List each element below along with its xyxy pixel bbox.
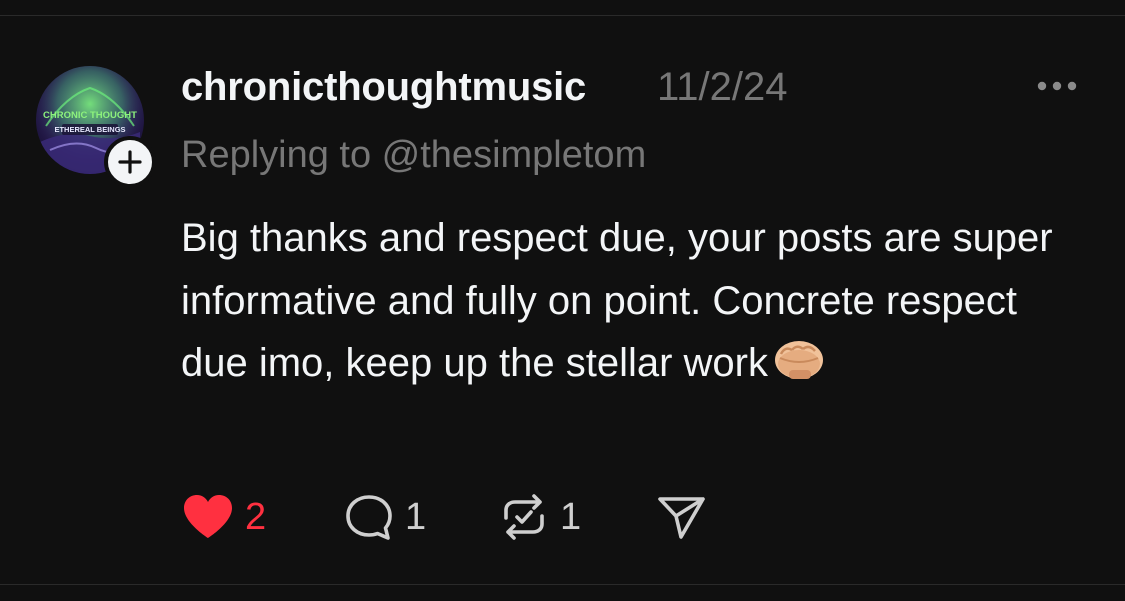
plus-icon: [118, 150, 142, 174]
avatar-container[interactable]: CHRONIC THOUGHT ETHEREAL BEINGS: [36, 66, 156, 188]
more-options-button[interactable]: [1036, 78, 1078, 94]
post-body: Big thanks and respect due, your posts a…: [181, 207, 1081, 401]
share-button[interactable]: [656, 490, 708, 544]
top-divider: [0, 15, 1125, 16]
post-text: Big thanks and respect due, your posts a…: [181, 216, 1053, 385]
post-author-username[interactable]: chronicthoughtmusic: [181, 63, 586, 111]
replying-to-label[interactable]: Replying to @thesimpletom: [181, 132, 646, 178]
oncoming-fist-emoji: [772, 336, 826, 401]
follow-button[interactable]: [104, 136, 156, 188]
send-icon: [658, 497, 705, 539]
heart-icon: [184, 495, 232, 538]
bottom-divider: [0, 584, 1125, 585]
reply-count: 1: [405, 496, 427, 538]
post-timestamp: 11/2/24: [657, 65, 788, 109]
like-button[interactable]: 2: [181, 490, 266, 544]
repost-button[interactable]: 1: [498, 490, 581, 544]
avatar-subtitle-text: ETHEREAL BEINGS: [54, 125, 125, 134]
repost-icon: [504, 494, 544, 540]
avatar-title-text: CHRONIC THOUGHT: [43, 110, 137, 121]
reply-bubble-icon: [346, 495, 392, 540]
more-options-icon: [1037, 81, 1077, 91]
like-count: 2: [245, 496, 267, 538]
reply-button[interactable]: 1: [343, 490, 426, 544]
repost-count: 1: [560, 496, 582, 538]
